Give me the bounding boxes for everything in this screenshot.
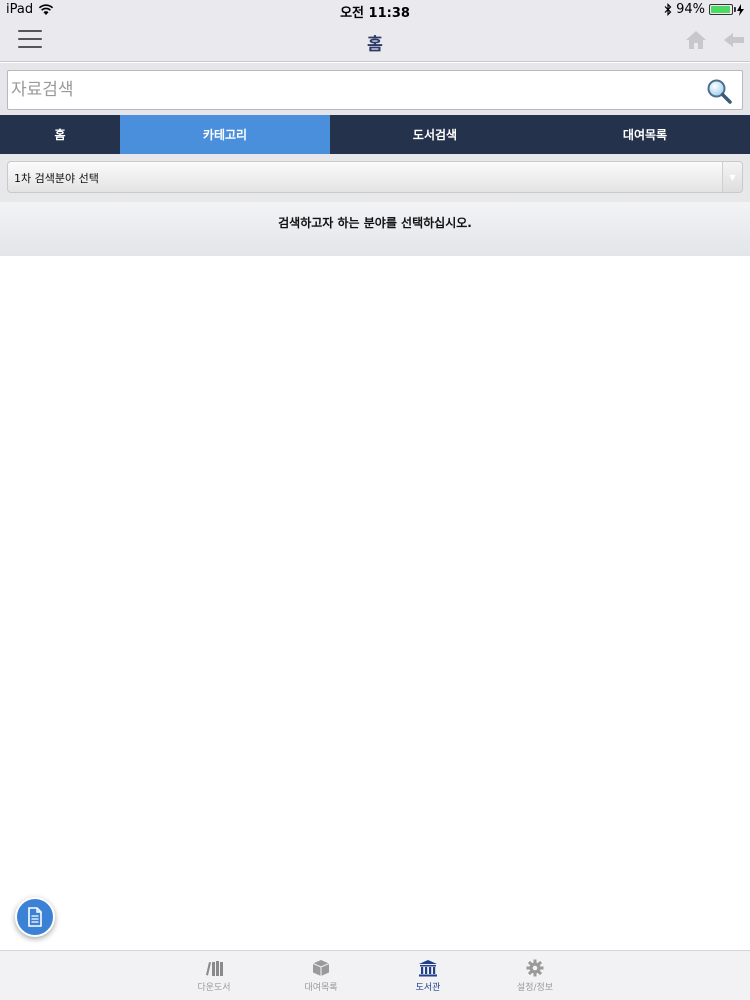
bottom-tab-bar: 다운도서 대여목록 도서관 설정/정보	[0, 950, 750, 1000]
bottom-tab-label: 도서관	[415, 983, 441, 993]
bottom-tab-library[interactable]: 도서관	[388, 959, 468, 993]
search-bar	[0, 63, 750, 115]
battery-nub	[734, 7, 736, 12]
nav-bar: 홈	[0, 20, 750, 62]
bottom-tab-label: 설정/정보	[516, 983, 554, 993]
books-icon	[206, 961, 223, 976]
tab-category[interactable]: 카테고리	[120, 115, 330, 154]
bottom-tab-label: 다운도서	[197, 983, 231, 993]
bottom-tab-loans[interactable]: 대여목록	[281, 959, 361, 993]
status-bar: iPad 오전 11:38 94%	[0, 0, 750, 21]
bottom-tab-downloads[interactable]: 다운도서	[174, 959, 254, 993]
bluetooth-icon	[664, 3, 672, 16]
box-icon	[312, 960, 330, 976]
bottom-tab-settings[interactable]: 설정/정보	[495, 959, 575, 993]
category-select-label: 1차 검색분야 선택	[14, 172, 99, 185]
document-icon	[28, 907, 42, 927]
library-icon	[419, 960, 437, 977]
charging-icon	[737, 3, 744, 16]
gear-icon	[526, 959, 544, 977]
search-input[interactable]	[11, 75, 691, 105]
battery-fill	[711, 6, 730, 13]
tab-loan-list[interactable]: 대여목록	[540, 115, 750, 154]
tab-home[interactable]: 홈	[0, 115, 120, 154]
back-arrow-icon[interactable]	[722, 28, 746, 52]
search-icon[interactable]	[706, 78, 732, 104]
battery-percent: 94%	[676, 2, 705, 17]
bottom-tab-label: 대여목록	[304, 983, 338, 993]
category-select-wrap: 1차 검색분야 선택 ▼	[0, 154, 750, 202]
search-box	[7, 70, 743, 110]
message-panel: 검색하고자 하는 분야를 선택하십시오.	[0, 202, 750, 256]
document-fab-button[interactable]	[15, 897, 55, 937]
tab-bar: 홈 카테고리 도서검색 대여목록	[0, 115, 750, 154]
page-title: 홈	[367, 35, 383, 55]
home-icon[interactable]	[684, 28, 708, 52]
chevron-down-icon[interactable]: ▼	[722, 162, 742, 192]
category-select[interactable]: 1차 검색분야 선택 ▼	[7, 161, 743, 193]
status-right: 94%	[664, 2, 744, 17]
instruction-message: 검색하고자 하는 분야를 선택하십시오.	[278, 216, 472, 230]
status-time: 오전 11:38	[340, 6, 410, 21]
battery-icon	[709, 4, 736, 15]
tab-book-search[interactable]: 도서검색	[330, 115, 540, 154]
